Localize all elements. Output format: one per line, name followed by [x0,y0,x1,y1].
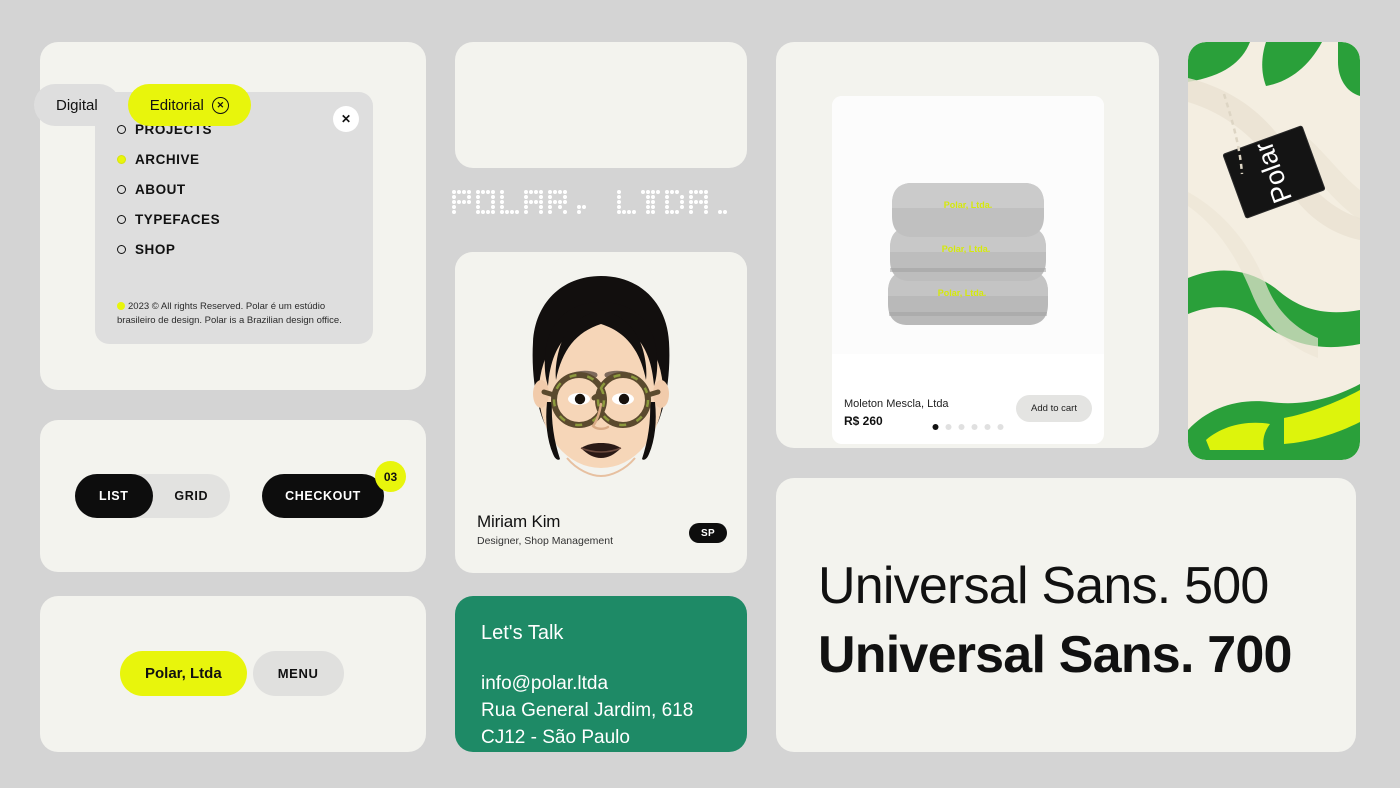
remove-chip-icon[interactable]: ✕ [211,96,229,114]
typography-specimen-card: Universal Sans. 500 Universal Sans. 700 [776,478,1356,752]
copyright-text: 2023 © All rights Reserved. Polar é um e… [117,301,342,327]
chip-label: Digital [56,96,98,114]
nav-item-archive[interactable]: ARCHIVE [117,144,351,174]
contact-inner: Let's Talk info@polar.ltda Rua General J… [481,622,693,752]
nav-item-label: TYPEFACES [135,211,221,227]
svg-text:Polar, Ltda.: Polar, Ltda. [944,200,993,210]
chip-digital[interactable]: Digital [34,84,120,126]
view-toggle-list[interactable]: LIST [75,474,153,518]
contact-address-line-1: Rua General Jardim, 618 [481,699,694,721]
wordmark-svg [452,190,727,214]
nav-item-label: ABOUT [135,181,186,197]
chip-editorial[interactable]: Editorial ✕ [127,84,251,126]
svg-text:Polar, Ltda.: Polar, Ltda. [942,244,991,254]
page-root: ✕ PROJECTS ARCHIVE ABOUT TYPEFACES SHOP … [0,0,1400,788]
product-card: Polar, Ltda. Polar, Ltda. Polar, Ltda. M… [776,42,1159,448]
person-portrait-illustration [455,252,747,514]
bullet-icon [117,244,126,254]
svg-text:Polar, Ltda.: Polar, Ltda. [938,288,987,298]
location-badge: SP [689,523,727,543]
type-specimen-700: Universal Sans. 700 [818,625,1292,684]
brand-pill-button[interactable]: Polar, Ltda [120,651,247,696]
contact-title: Let's Talk [481,622,564,644]
person-role: Designer, Shop Management [477,535,614,547]
checkout-group: CHECKOUT 03 [262,461,406,518]
cart-count-badge: 03 [375,461,406,492]
bullet-icon [117,154,126,164]
filter-chip-row: Digital Editorial ✕ [34,84,251,126]
view-toggle-grid[interactable]: GRID [153,474,231,518]
filter-chips-card [455,42,747,168]
close-icon[interactable]: ✕ [333,106,359,132]
bullet-icon [117,184,126,194]
carousel-dot[interactable] [984,424,991,430]
copyright-footer: 2023 © All rights Reserved. Polar é um e… [117,300,353,328]
person-name: Miriam Kim [477,512,561,531]
carousel-dot[interactable] [932,424,939,430]
checkout-button[interactable]: CHECKOUT [262,474,384,518]
contact-address-line-2: CJ12 - São Paulo [481,726,630,748]
typography-lines: Universal Sans. 500 Universal Sans. 700 [818,552,1292,689]
carousel-dot[interactable] [945,424,952,430]
nav-item-shop[interactable]: SHOP [117,234,351,264]
dot-icon [117,302,125,311]
fabric-photo-card: Polar [1188,42,1360,460]
chip-label: Editorial [149,96,204,114]
contact-card: Let's Talk info@polar.ltda Rua General J… [455,596,747,752]
nav-item-label: ARCHIVE [135,151,200,167]
view-toggle[interactable]: LIST GRID [75,474,230,518]
product-info: Moleton Mescla, Ltda R$ 260 Add to cart [844,395,1092,430]
product-inner: Polar, Ltda. Polar, Ltda. Polar, Ltda. M… [832,96,1104,444]
brand-pill-row: Polar, Ltda MENU [120,651,344,696]
wordmark-polar-ltda [452,182,752,230]
menu-pill-button[interactable]: MENU [252,651,344,696]
bullet-icon [117,214,126,224]
product-photo: Polar, Ltda. Polar, Ltda. Polar, Ltda. [832,96,1104,354]
nav-item-typefaces[interactable]: TYPEFACES [117,204,351,234]
nav-item-label: SHOP [135,241,176,257]
carousel-dot[interactable] [971,424,978,430]
nav-panel: ✕ PROJECTS ARCHIVE ABOUT TYPEFACES SHOP … [95,92,373,344]
nav-item-about[interactable]: ABOUT [117,174,351,204]
fabric-photo: Polar [1188,42,1360,460]
person-meta: Miriam Kim Designer, Shop Management [477,512,613,547]
type-specimen-500: Universal Sans. 500 [818,557,1269,615]
carousel-dot[interactable] [997,424,1004,430]
person-card: Miriam Kim Designer, Shop Management SP [455,252,747,573]
contact-email[interactable]: info@polar.ltda [481,671,693,698]
carousel-dots [932,424,1004,430]
nav-list: PROJECTS ARCHIVE ABOUT TYPEFACES SHOP [117,114,351,264]
carousel-dot[interactable] [958,424,965,430]
add-to-cart-button[interactable]: Add to cart [1016,395,1092,422]
